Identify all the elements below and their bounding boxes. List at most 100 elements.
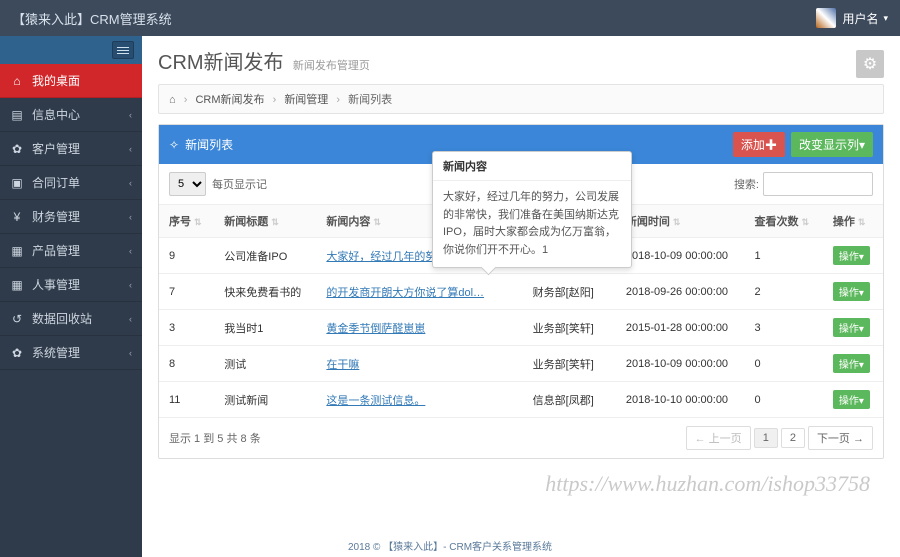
sidebar: ⌂我的桌面▤信息中心‹✿客户管理‹▣合同订单‹¥财务管理‹▦产品管理‹▦人事管理… (0, 36, 142, 557)
chevron-left-icon: ‹ (129, 246, 132, 256)
cell-op: 操作▾ (823, 346, 883, 382)
sidebar-item[interactable]: ↺ 数据回收站 ‹ (0, 302, 142, 336)
app-brand: 【猿来入此】CRM管理系统 (12, 9, 172, 28)
crumb-a[interactable]: CRM新闻发布 (195, 94, 264, 106)
chevron-left-icon: ‹ (129, 110, 132, 120)
sidebar-item[interactable]: ⌂我的桌面 (0, 64, 142, 98)
table-row: 11测试新闻这是一条测试信息。 信息部[凤郡]2018-10-10 00:00:0… (159, 382, 883, 418)
sidebar-toggle-bar (0, 36, 142, 64)
next-page-button[interactable]: 下一页 → (808, 426, 873, 450)
page-1-button[interactable]: 1 (754, 428, 778, 448)
tooltip-body: 大家好，经过几年的努力，公司发展的非常快，我们准备在美国纳斯达克IPO，届时大家… (433, 181, 631, 267)
row-action-button[interactable]: 操作▾ (833, 354, 870, 373)
cell-content: 的开发商开朗大方你说了算dol… (316, 274, 522, 310)
sidebar-item[interactable]: ✿系统管理‹ (0, 336, 142, 370)
chevron-left-icon: ‹ (129, 280, 132, 290)
chevron-left-icon: ‹ (129, 212, 132, 222)
sidebar-item[interactable]: ▦产品管理‹ (0, 234, 142, 268)
sort-icon: ⇅ (801, 217, 809, 227)
cell-op: 操作▾ (823, 238, 883, 274)
panel-title: 新闻列表 (185, 136, 233, 153)
col-header[interactable]: 新闻时间⇅ (616, 205, 745, 238)
cell-views: 3 (744, 310, 822, 346)
nav-icon: ▤ (10, 108, 24, 122)
row-action-button[interactable]: 操作▾ (833, 318, 870, 337)
cell-title: 测试新闻 (214, 382, 316, 418)
cell-no: 9 (159, 238, 214, 274)
cell-no: 7 (159, 274, 214, 310)
sidebar-item-label: 我的桌面 (32, 72, 80, 89)
nav-icon: ✿ (10, 142, 24, 156)
cell-time: 2018-10-10 00:00:00 (616, 382, 745, 418)
cell-dept: 业务部[笑轩] (523, 310, 616, 346)
crumb-c: 新闻列表 (348, 94, 392, 106)
col-header[interactable]: 查看次数⇅ (744, 205, 822, 238)
cell-op: 操作▾ (823, 274, 883, 310)
sort-icon: ⇅ (673, 217, 681, 227)
sort-icon: ⇅ (194, 217, 202, 227)
footer-copyright: 2018 © 【猿来入此】- CRM客户关系管理系统 (0, 538, 900, 553)
avatar (816, 8, 836, 28)
search-input[interactable] (763, 172, 873, 196)
content-link[interactable]: 这是一条测试信息。 (326, 395, 425, 407)
col-header[interactable]: 序号⇅ (159, 205, 214, 238)
change-columns-button[interactable]: 改变显示列▾ (791, 132, 873, 157)
sort-icon: ⇅ (373, 217, 381, 227)
sidebar-item[interactable]: ▦人事管理‹ (0, 268, 142, 302)
panel-star-icon: ✧ (169, 138, 179, 152)
cell-no: 3 (159, 310, 214, 346)
page-2-button[interactable]: 2 (781, 428, 805, 448)
prev-page-button[interactable]: ← 上一页 (686, 426, 751, 450)
gear-icon[interactable]: ⚙ (856, 50, 884, 78)
sidebar-item[interactable]: ▤ 信息中心 ‹ (0, 98, 142, 132)
user-menu[interactable]: 用户名 ▾ (816, 8, 888, 28)
table-row: 7快来免费看书的的开发商开朗大方你说了算dol…财务部[赵阳]2018-09-2… (159, 274, 883, 310)
cell-no: 11 (159, 382, 214, 418)
sidebar-item-label: 产品管理 (32, 242, 80, 259)
crumb-b[interactable]: 新闻管理 (284, 94, 328, 106)
col-header[interactable]: 新闻标题⇅ (214, 205, 316, 238)
sidebar-item-label: 信息中心 (32, 106, 80, 123)
row-action-button[interactable]: 操作▾ (833, 390, 870, 409)
tooltip: 新闻内容 大家好，经过几年的努力，公司发展的非常快，我们准备在美国纳斯达克IPO… (432, 151, 632, 268)
content-link[interactable]: 在干嘛 (326, 359, 359, 371)
tooltip-title: 新闻内容 (433, 152, 631, 181)
chevron-left-icon: ‹ (129, 314, 132, 324)
add-button[interactable]: 添加✚ (733, 132, 785, 157)
sidebar-item[interactable]: ▣合同订单‹ (0, 166, 142, 200)
sidebar-item-label: 财务管理 (32, 208, 80, 225)
cell-views: 0 (744, 382, 822, 418)
cell-content: 在干嘛 (316, 346, 522, 382)
cell-content: 黄金季节倒萨醛崽崽 (316, 310, 522, 346)
cell-no: 8 (159, 346, 214, 382)
sidebar-item[interactable]: ¥财务管理‹ (0, 200, 142, 234)
sidebar-item-label: 数据回收站 (32, 310, 92, 327)
nav-icon: ↺ (10, 312, 24, 326)
home-icon[interactable]: ⌂ (169, 94, 176, 106)
chevron-down-icon: ▾ (883, 13, 888, 24)
cell-views: 2 (744, 274, 822, 310)
page-subtitle: 新闻发布管理页 (293, 60, 370, 72)
watermark: https://www.huzhan.com/ishop33758 (545, 471, 870, 497)
cell-dept: 信息部[凤郡] (523, 382, 616, 418)
content-link[interactable]: 的开发商开朗大方你说了算dol… (326, 287, 484, 299)
row-action-button[interactable]: 操作▾ (833, 246, 870, 265)
sidebar-item-label: 系统管理 (32, 344, 80, 361)
page-title: CRM新闻发布 (158, 52, 284, 74)
content-link[interactable]: 黄金季节倒萨醛崽崽 (326, 323, 425, 335)
sidebar-item[interactable]: ✿客户管理‹ (0, 132, 142, 166)
row-action-button[interactable]: 操作▾ (833, 282, 870, 301)
cell-content: 这是一条测试信息。 (316, 382, 522, 418)
content: CRM新闻发布 新闻发布管理页 ⚙ ⌂ › CRM新闻发布 › 新闻管理 › 新… (142, 36, 900, 557)
cell-title: 我当时1 (214, 310, 316, 346)
breadcrumb: ⌂ › CRM新闻发布 › 新闻管理 › 新闻列表 (158, 84, 884, 114)
search-label: 搜索: (734, 176, 759, 192)
menu-toggle-button[interactable] (112, 41, 134, 59)
chevron-left-icon: ‹ (129, 178, 132, 188)
sort-icon: ⇅ (271, 217, 279, 227)
cell-time: 2015-01-28 00:00:00 (616, 310, 745, 346)
nav-icon: ▣ (10, 176, 24, 190)
page-size-select[interactable]: 5 (169, 172, 206, 196)
col-header[interactable]: 操作⇅ (823, 205, 883, 238)
cell-title: 快来免费看书的 (214, 274, 316, 310)
